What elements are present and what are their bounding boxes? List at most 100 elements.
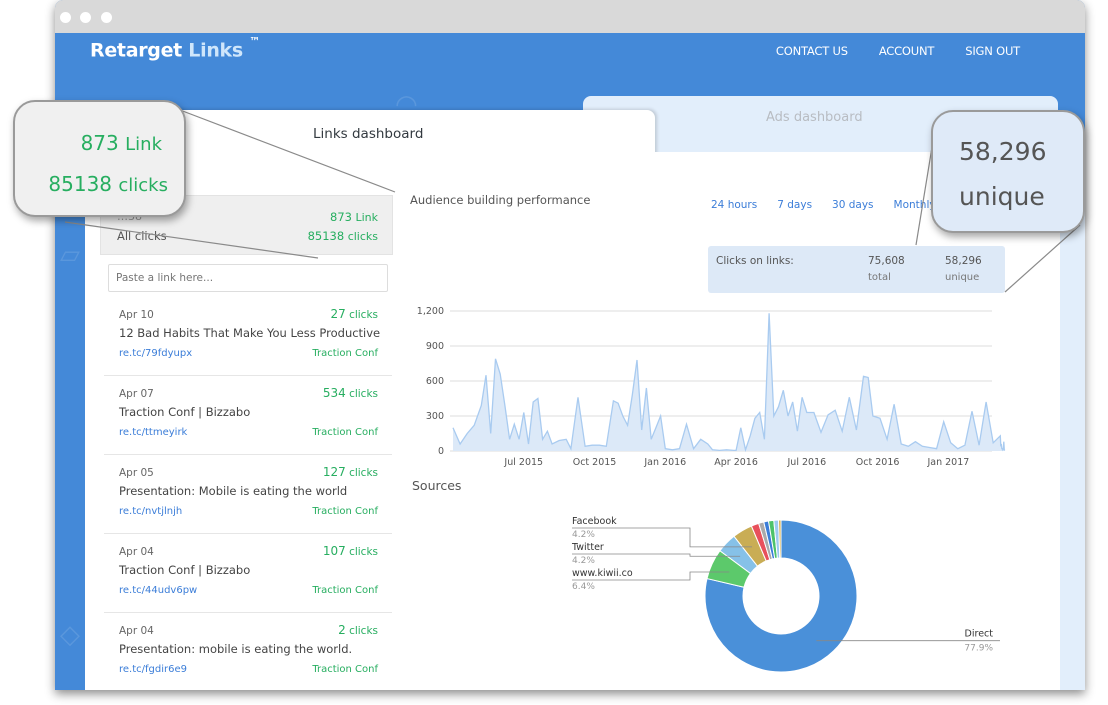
window-minimize-button[interactable]: [80, 12, 91, 23]
link-clicks-unit: clicks: [349, 625, 378, 637]
source-label-leader: [572, 553, 741, 557]
zoom-callout-unique: 58,296 unique: [931, 110, 1085, 233]
link-campaign-tag[interactable]: Traction Conf: [312, 506, 378, 517]
app-header: Retarget Links ™ CONTACT US ACCOUNT SIGN…: [55, 33, 1085, 93]
link-campaign-tag[interactable]: Traction Conf: [312, 664, 378, 675]
y-tick-label: 300: [426, 411, 444, 422]
link-short-url[interactable]: re.tc/fgdir6e9: [119, 664, 187, 675]
unique-clicks-label: unique: [945, 272, 980, 283]
summary-link-count: 873 Link: [330, 210, 378, 224]
source-label: www.kiwii.co: [572, 568, 633, 579]
range-24-hours[interactable]: 24 hours: [711, 199, 757, 211]
link-title: Presentation: Mobile is eating the world: [119, 484, 348, 498]
x-tick-label: Jan 2017: [926, 457, 969, 468]
link-clicks-value: 127: [322, 465, 346, 479]
sources-title: Sources: [412, 478, 462, 493]
link-list-item[interactable]: Apr 04 2 clicks Presentation: mobile is …: [104, 613, 392, 690]
link-date: Apr 05: [119, 467, 154, 479]
link-short-url[interactable]: re.tc/nvtjlnjh: [119, 506, 182, 517]
source-percent: 6.4%: [572, 582, 595, 592]
range-7-days[interactable]: 7 days: [777, 199, 812, 211]
range-monthly[interactable]: Monthly: [894, 199, 936, 211]
click-count-unit: clicks: [347, 230, 378, 243]
unique-clicks-value: 58,296: [945, 255, 982, 267]
callout-unique-label: unique: [959, 182, 1045, 211]
brand-accent: Links: [188, 39, 243, 62]
link-list: Apr 10 27 clicks 12 Bad Habits That Make…: [104, 297, 392, 690]
x-tick-label: Jul 2015: [503, 457, 543, 468]
clicks-area-chart: 0 300 600 900 1,200 Jul 2015 Oct 2015 Jan 2016 A…: [417, 306, 1006, 468]
nav-account[interactable]: ACCOUNT: [879, 44, 935, 58]
link-clicks: 534 clicks: [323, 386, 378, 400]
link-campaign-tag[interactable]: Traction Conf: [312, 348, 378, 359]
summary-click-count: 85138 clicks: [308, 229, 378, 243]
tag-decoration-icon: ◇: [60, 620, 80, 650]
link-clicks: 2 clicks: [338, 623, 378, 637]
x-tick-label: Oct 2016: [856, 457, 900, 468]
link-clicks-unit: clicks: [349, 309, 378, 321]
link-clicks-unit: clicks: [349, 467, 378, 479]
link-list-item[interactable]: Apr 07 534 clicks Traction Conf | Bizzab…: [104, 376, 392, 455]
trademark-mark: ™: [249, 35, 260, 48]
x-tick-label: Jan 2016: [643, 457, 686, 468]
sources-donut-chart: Direct 77.9% Facebook 4.2% Twitter 4.2% www.ki…: [571, 516, 1000, 673]
summary-label: All clicks: [117, 229, 167, 243]
range-selector: 24 hours 7 days 30 days Monthly: [711, 199, 936, 211]
clicks-on-links-stats: Clicks on links: 75,608 total 58,296 uni…: [708, 246, 1005, 293]
link-short-url[interactable]: re.tc/ttmeyirk: [119, 427, 187, 438]
link-clicks-unit: clicks: [349, 388, 378, 400]
links-sidebar: …38 All clicks 873 Link 85138 clicks Apr…: [100, 152, 395, 690]
window-maximize-button[interactable]: [101, 12, 112, 23]
source-percent: 4.2%: [572, 556, 595, 566]
nav-sign-out[interactable]: SIGN OUT: [965, 44, 1020, 58]
clicks-area-fill: [453, 313, 1005, 451]
total-clicks-label: total: [868, 272, 891, 283]
tab-links-dashboard-label: Links dashboard: [313, 126, 424, 142]
brand-logo[interactable]: Retarget Links ™: [90, 35, 260, 62]
total-clicks-value: 75,608: [868, 255, 905, 267]
brand-name: Retarget: [90, 39, 182, 62]
link-title: Traction Conf | Bizzabo: [119, 405, 251, 419]
link-clicks-value: 534: [322, 386, 346, 400]
link-list-item[interactable]: Apr 05 127 clicks Presentation: Mobile i…: [104, 455, 392, 534]
zoom-callout-link-counts: 873 Link 85138 clicks: [13, 100, 186, 217]
link-clicks: 127 clicks: [323, 465, 378, 479]
link-title: Presentation: mobile is eating the world…: [119, 642, 353, 656]
link-date: Apr 10: [119, 309, 154, 321]
link-short-url[interactable]: re.tc/44udv6pw: [119, 585, 197, 596]
x-tick-label: Oct 2015: [573, 457, 617, 468]
link-clicks: 107 clicks: [323, 544, 378, 558]
source-label: Twitter: [571, 542, 604, 553]
link-campaign-tag[interactable]: Traction Conf: [312, 585, 378, 596]
link-title: 12 Bad Habits That Make You Less Product…: [119, 326, 381, 340]
link-date: Apr 04: [119, 546, 154, 558]
callout-unique-value: 58,296: [959, 137, 1047, 166]
y-tick-label: 600: [426, 376, 444, 387]
x-tick-label: Apr 2016: [714, 457, 758, 468]
phone-decoration-icon: ▱: [60, 240, 80, 270]
top-nav: CONTACT US ACCOUNT SIGN OUT: [776, 44, 1020, 58]
clicks-on-links-label: Clicks on links:: [716, 255, 794, 267]
nav-contact-us[interactable]: CONTACT US: [776, 44, 848, 58]
link-clicks-value: 2: [338, 623, 346, 637]
range-30-days[interactable]: 30 days: [832, 199, 873, 211]
link-title: Traction Conf | Bizzabo: [119, 563, 251, 577]
callout-click-count-unit: clicks: [118, 175, 168, 196]
browser-window: Retarget Links ™ CONTACT US ACCOUNT SIGN…: [55, 0, 1085, 690]
links-dashboard-panel: …38 All clicks 873 Link 85138 clicks Apr…: [85, 152, 1060, 690]
link-short-url[interactable]: re.tc/79fdyupx: [119, 348, 192, 359]
screenshot-stage: Retarget Links ™ CONTACT US ACCOUNT SIGN…: [0, 0, 1108, 705]
link-clicks-value: 27: [330, 307, 346, 321]
link-campaign-tag[interactable]: Traction Conf: [312, 427, 378, 438]
tab-ads-dashboard-label: Ads dashboard: [766, 110, 863, 125]
performance-title: Audience building performance: [410, 193, 591, 207]
link-date: Apr 07: [119, 388, 154, 400]
window-close-button[interactable]: [60, 12, 71, 23]
link-list-item[interactable]: Apr 04 107 clicks Traction Conf | Bizzab…: [104, 534, 392, 613]
direct-label: Direct: [965, 629, 994, 640]
paste-link-input[interactable]: [108, 264, 388, 292]
link-list-item[interactable]: Apr 10 27 clicks 12 Bad Habits That Make…: [104, 297, 392, 376]
y-tick-label: 1,200: [417, 306, 444, 317]
link-clicks-value: 107: [322, 544, 346, 558]
source-label: Facebook: [572, 516, 617, 527]
